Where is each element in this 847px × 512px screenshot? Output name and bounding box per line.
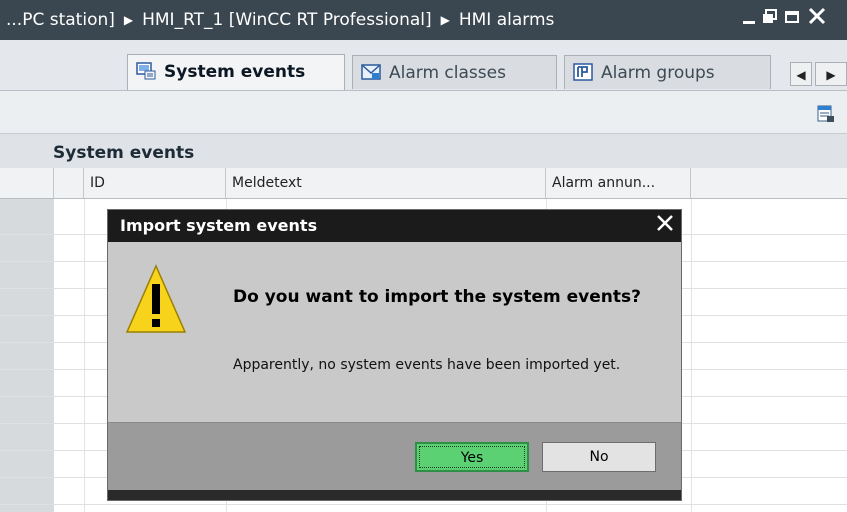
no-button[interactable]: No xyxy=(542,442,656,472)
breadcrumb-separator-icon: ▶ xyxy=(123,13,134,27)
tab-alarm-groups[interactable]: Alarm groups xyxy=(564,55,771,89)
column-header-meldetext[interactable]: Meldetext xyxy=(226,168,546,198)
tab-label: Alarm groups xyxy=(601,63,715,83)
dialog-title: Import system events xyxy=(108,210,681,242)
import-icon[interactable] xyxy=(817,105,835,123)
breadcrumb-separator-icon: ▶ xyxy=(440,13,450,27)
editor-toolbar xyxy=(0,91,847,134)
tab-scroll-left-icon[interactable]: ◀ xyxy=(790,62,812,86)
row-header-column xyxy=(0,168,54,198)
breadcrumb-item[interactable]: HMI_RT_1 [WinCC RT Professional] xyxy=(142,10,432,30)
breadcrumb-item[interactable]: HMI alarms xyxy=(459,10,555,30)
close-icon[interactable] xyxy=(808,0,826,40)
maximize-icon[interactable] xyxy=(784,0,800,40)
icon-column xyxy=(54,168,84,198)
tab-system-events[interactable]: System events xyxy=(127,54,345,90)
row-header-strip xyxy=(0,199,54,512)
system-events-icon xyxy=(136,62,156,80)
grid-line xyxy=(691,199,692,512)
warning-icon xyxy=(125,264,187,333)
tab-scroll-right-icon[interactable]: ▶ xyxy=(815,62,847,86)
alarm-groups-icon xyxy=(573,63,593,81)
tab-label: System events xyxy=(164,62,306,82)
column-header-id[interactable]: ID xyxy=(84,168,226,198)
dialog-detail: Apparently, no system events have been i… xyxy=(233,357,621,373)
yes-button[interactable]: Yes xyxy=(415,442,529,472)
editor-tab-bar: System events Alarm classes Alarm groups… xyxy=(0,40,847,91)
alarm-classes-icon xyxy=(361,64,381,80)
table-header: ID Meldetext Alarm annun... xyxy=(0,168,847,199)
dialog-body: Do you want to import the system events?… xyxy=(108,242,681,422)
breadcrumb: ...PC station] ▶ HMI_RT_1 [WinCC RT Profes… xyxy=(6,0,554,40)
tab-label: Alarm classes xyxy=(389,63,506,83)
import-system-events-dialog: Import system events Do you want to impo… xyxy=(107,209,682,501)
section-title: System events xyxy=(0,134,847,168)
column-header-alarm-annunciation[interactable]: Alarm annun... xyxy=(546,168,691,198)
grid-line xyxy=(0,504,847,505)
breadcrumb-item[interactable]: ...PC station] xyxy=(6,10,115,30)
minimize-icon[interactable] xyxy=(742,0,756,40)
restore-icon[interactable] xyxy=(762,0,778,40)
dialog-bottom-border xyxy=(108,490,681,500)
dialog-footer: Yes No xyxy=(108,422,681,491)
dialog-question: Do you want to import the system events? xyxy=(233,287,641,307)
tab-alarm-classes[interactable]: Alarm classes xyxy=(352,55,557,89)
grid-line xyxy=(84,199,85,512)
close-icon[interactable] xyxy=(653,214,677,238)
window-title-bar: ...PC station] ▶ HMI_RT_1 [WinCC RT Profes… xyxy=(0,0,847,40)
